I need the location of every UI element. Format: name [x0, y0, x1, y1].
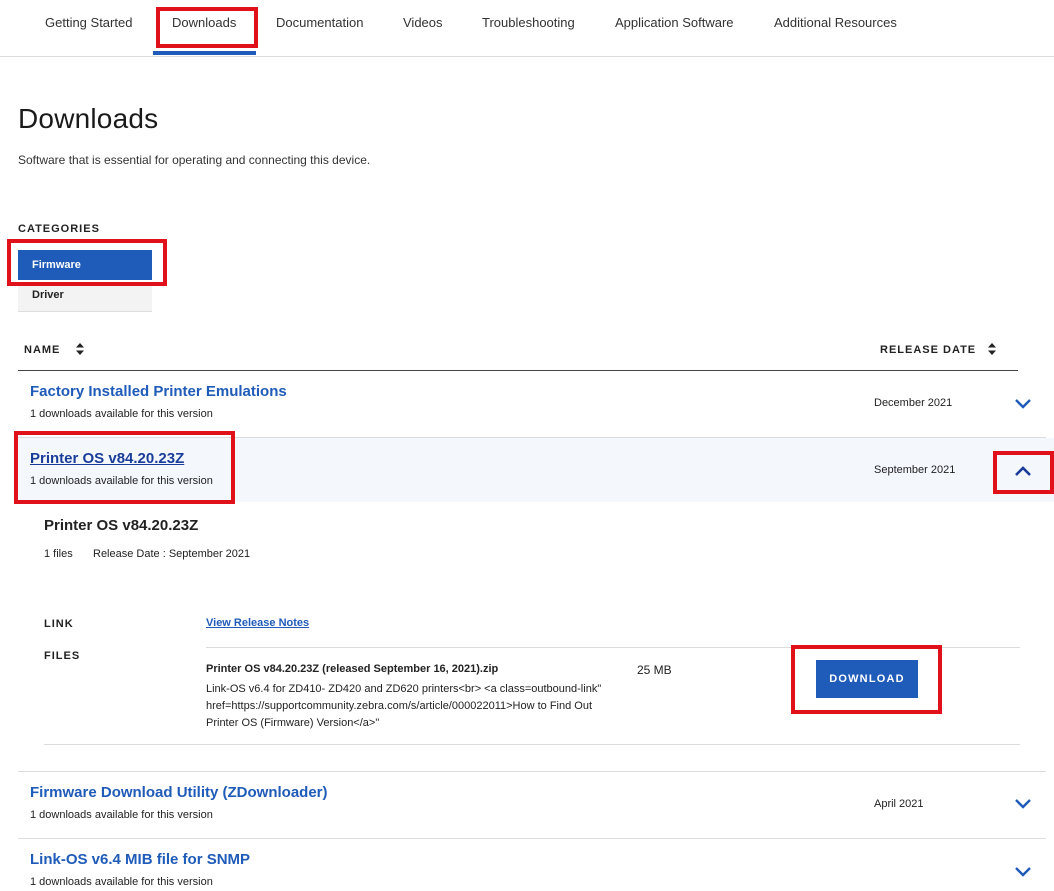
row-release-date: December 2021	[874, 397, 953, 409]
tab-getting-started[interactable]: Getting Started	[45, 15, 132, 30]
active-tab-indicator	[153, 51, 256, 55]
tab-videos[interactable]: Videos	[403, 15, 443, 30]
category-driver-button[interactable]: Driver	[18, 282, 152, 312]
column-header-release-date[interactable]: RELEASE DATE	[880, 344, 976, 356]
row-download-count: 1 downloads available for this version	[30, 475, 213, 487]
categories-label: CATEGORIES	[18, 223, 100, 235]
row-title-link[interactable]: Link-OS v6.4 MIB file for SNMP	[30, 851, 250, 868]
category-firmware-button[interactable]: Firmware	[18, 250, 152, 280]
file-name: Printer OS v84.20.23Z (released Septembe…	[206, 663, 499, 675]
files-label: FILES	[44, 650, 81, 662]
row-title-link[interactable]: Firmware Download Utility (ZDownloader)	[30, 784, 328, 801]
table-row: Link-OS v6.4 MIB file for SNMP 1 downloa…	[18, 839, 1046, 891]
tab-troubleshooting[interactable]: Troubleshooting	[482, 15, 575, 30]
row-download-count: 1 downloads available for this version	[30, 408, 213, 420]
row-title-link[interactable]: Printer OS v84.20.23Z	[30, 450, 184, 467]
chevron-up-icon[interactable]	[1014, 465, 1032, 477]
tab-additional-resources[interactable]: Additional Resources	[774, 15, 897, 30]
chevron-down-icon[interactable]	[1014, 798, 1032, 810]
view-release-notes-link[interactable]: View Release Notes	[206, 617, 309, 629]
file-description: Link-OS v6.4 for ZD410- ZD420 and ZD620 …	[206, 683, 602, 729]
table-row-expanded: Printer OS v84.20.23Z 1 downloads availa…	[18, 438, 1046, 502]
detail-title: Printer OS v84.20.23Z	[44, 517, 199, 534]
row-release-date: April 2021	[874, 798, 924, 810]
detail-divider	[44, 744, 1020, 745]
table-row: Factory Installed Printer Emulations 1 d…	[18, 371, 1046, 437]
row-download-count: 1 downloads available for this version	[30, 809, 213, 821]
chevron-down-icon[interactable]	[1014, 866, 1032, 878]
row-title-link[interactable]: Factory Installed Printer Emulations	[30, 383, 287, 400]
row-release-date: September 2021	[874, 464, 956, 476]
file-size: 25 MB	[637, 663, 672, 677]
tab-bar: Getting Started Downloads Documentation …	[0, 0, 1054, 57]
chevron-down-icon[interactable]	[1014, 398, 1032, 410]
column-header-name[interactable]: NAME	[24, 344, 60, 356]
detail-release-date: Release Date : September 2021	[93, 548, 251, 560]
tab-downloads[interactable]: Downloads	[172, 15, 236, 30]
page-title: Downloads	[18, 103, 159, 134]
download-button[interactable]: DOWNLOAD	[816, 660, 918, 698]
link-label: LINK	[44, 618, 74, 630]
tab-documentation[interactable]: Documentation	[276, 15, 363, 30]
row-download-count: 1 downloads available for this version	[30, 876, 213, 888]
files-divider	[206, 647, 1020, 648]
table-row: Firmware Download Utility (ZDownloader) …	[18, 772, 1046, 838]
tab-application-software[interactable]: Application Software	[615, 15, 734, 30]
sort-updown-icon[interactable]	[987, 342, 997, 356]
sort-updown-icon[interactable]	[75, 342, 85, 356]
page-subtitle: Software that is essential for operating…	[18, 153, 371, 167]
detail-files-count: 1 files	[44, 548, 73, 560]
